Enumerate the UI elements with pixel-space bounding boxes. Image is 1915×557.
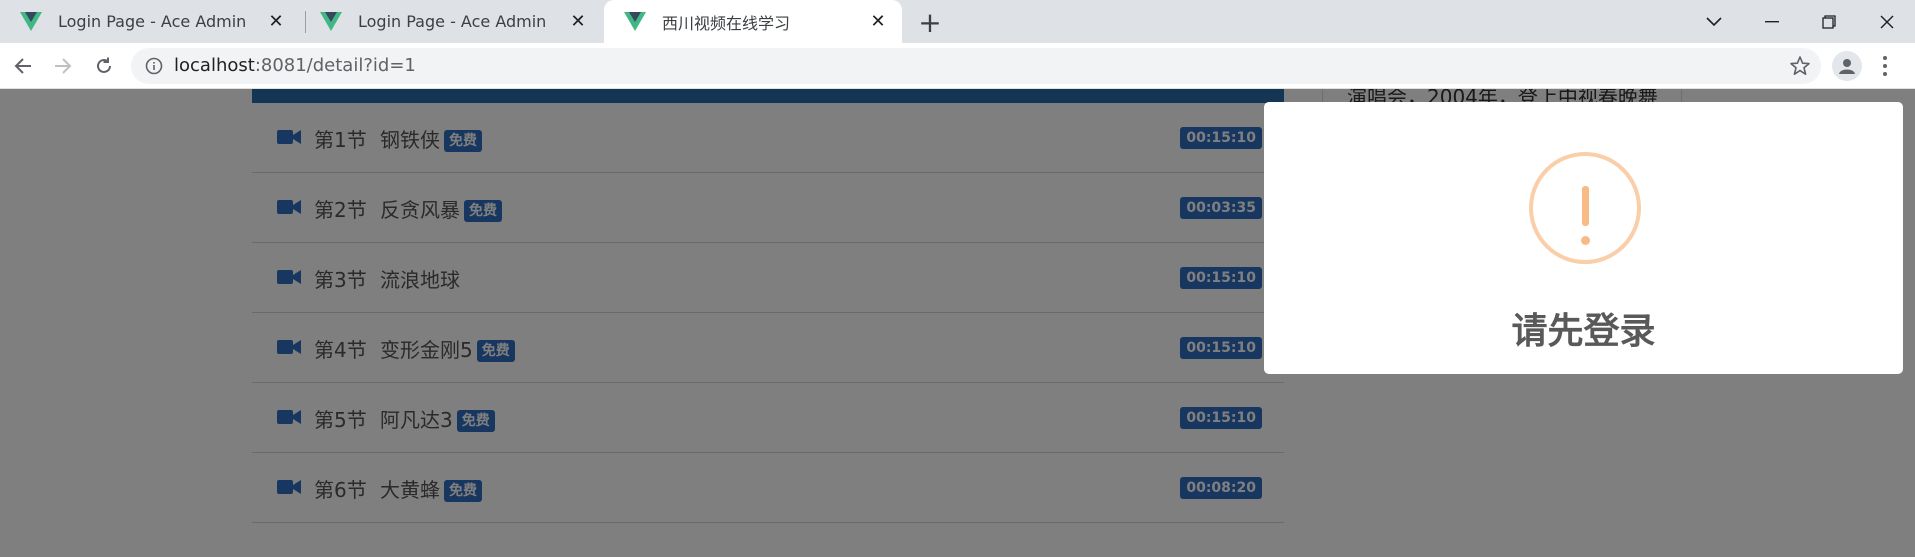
browser-tab-strip: Login Page - Ace Admin ✕ Login Page - Ac… <box>0 0 1915 43</box>
url-host: localhost <box>174 55 255 76</box>
restore-button[interactable] <box>1801 0 1857 43</box>
chevron-down-icon <box>1706 16 1722 26</box>
address-bar[interactable]: localhost:8081/detail?id=1 <box>131 48 1821 84</box>
profile-button[interactable] <box>1832 51 1862 81</box>
close-tab-icon[interactable]: ✕ <box>568 11 588 32</box>
close-icon <box>1880 15 1894 28</box>
dialog-message: 请先登录 <box>1511 311 1656 352</box>
minimize-icon <box>1765 20 1779 22</box>
browser-tab-active[interactable]: 西川视频在线学习 ✕ <box>604 0 902 43</box>
avatar-icon <box>1839 59 1855 74</box>
forward-button[interactable] <box>47 50 79 82</box>
close-window-button[interactable] <box>1859 0 1915 43</box>
tab-title: Login Page - Ace Admin <box>58 12 247 31</box>
arrow-right-icon <box>55 58 72 74</box>
tab-title: Login Page - Ace Admin <box>358 12 547 31</box>
login-required-dialog: 请先登录 <box>1264 102 1903 374</box>
arrow-left-icon <box>14 58 31 74</box>
new-tab-button[interactable]: + <box>914 6 946 39</box>
url-text[interactable]: localhost:8081/detail?id=1 <box>174 55 416 76</box>
reload-button[interactable] <box>88 50 120 82</box>
close-tab-icon[interactable]: ✕ <box>868 11 888 32</box>
back-button[interactable] <box>7 50 39 82</box>
url-path: :8081/detail?id=1 <box>254 55 416 76</box>
star-icon[interactable] <box>1789 55 1811 77</box>
tab-title: 西川视频在线学习 <box>662 13 791 33</box>
vue-logo-icon <box>320 11 342 31</box>
warning-icon <box>1529 152 1641 264</box>
browser-toolbar: localhost:8081/detail?id=1 <box>0 43 1915 89</box>
reload-icon <box>97 57 111 73</box>
vue-logo-icon <box>20 11 42 31</box>
restore-icon <box>1822 14 1836 29</box>
vue-logo-icon <box>624 11 646 31</box>
info-icon[interactable] <box>145 57 163 75</box>
tab-search-button[interactable] <box>1686 0 1742 43</box>
browser-tab[interactable]: Login Page - Ace Admin ✕ <box>0 0 300 43</box>
minimize-button[interactable] <box>1744 0 1800 43</box>
more-menu-icon[interactable] <box>1877 53 1893 79</box>
browser-tab[interactable]: Login Page - Ace Admin ✕ <box>300 0 602 43</box>
close-tab-icon[interactable]: ✕ <box>266 11 286 32</box>
